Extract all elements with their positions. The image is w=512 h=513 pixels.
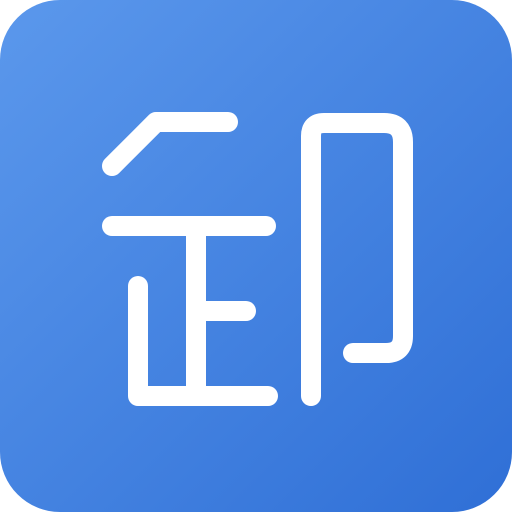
uninstall-glyph-icon	[0, 0, 512, 512]
icon-background	[0, 0, 512, 512]
app-icon-container[interactable]: 卸	[0, 0, 512, 512]
